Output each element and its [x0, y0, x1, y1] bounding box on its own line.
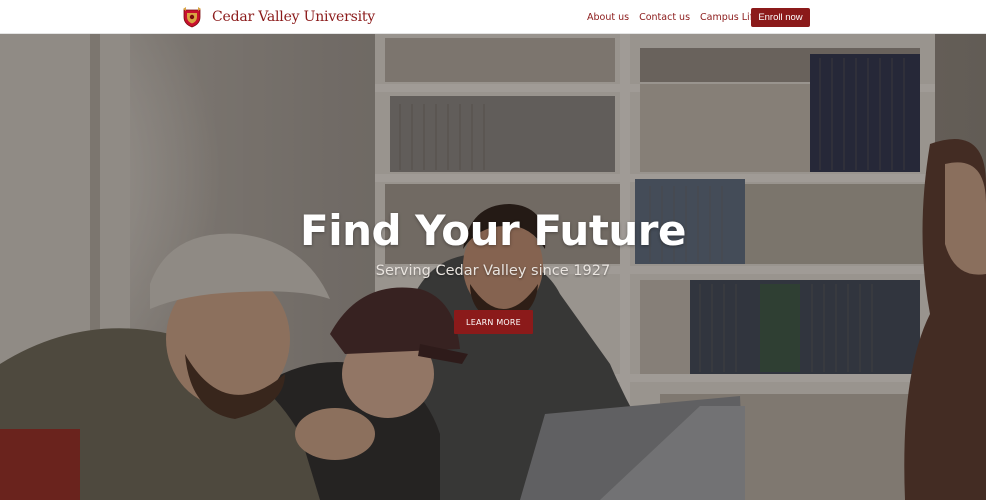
top-navbar: Cedar Valley University About us Contact… — [0, 0, 986, 34]
nav-links: About us Contact us Campus Life — [587, 0, 771, 34]
hero-title: Find Your Future — [300, 206, 687, 255]
university-crest-logo — [183, 7, 201, 28]
hero-subtitle: Serving Cedar Valley since 1927 — [375, 263, 611, 279]
nav-contact-us[interactable]: Contact us — [639, 12, 690, 23]
learn-more-button[interactable]: LEARN MORE — [454, 310, 533, 334]
university-name: Cedar Valley University — [212, 9, 375, 25]
brand-home-link[interactable]: Cedar Valley University — [181, 5, 375, 29]
hero-section: Find Your Future Serving Cedar Valley si… — [0, 34, 986, 500]
enroll-now-button[interactable]: Enroll now — [751, 8, 810, 27]
nav-about-us[interactable]: About us — [587, 12, 629, 23]
